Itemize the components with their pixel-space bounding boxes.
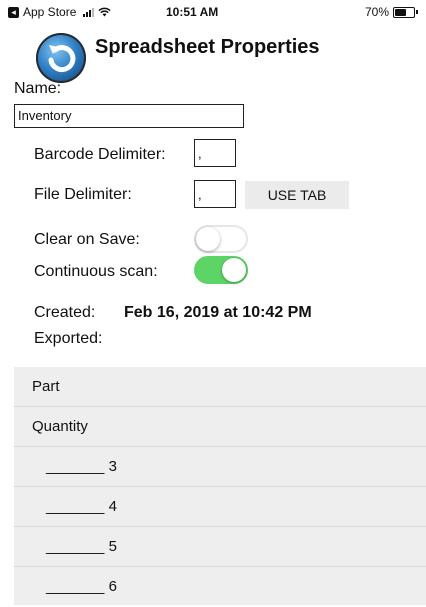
list-item-label: Quantity — [32, 418, 88, 435]
signal-icon — [83, 7, 95, 17]
name-field[interactable]: Inventory — [14, 104, 244, 128]
toggle-knob — [222, 258, 246, 282]
list-item[interactable]: Part — [14, 367, 426, 407]
created-value: Feb 16, 2019 at 10:42 PM — [124, 304, 312, 321]
status-right: 70% — [365, 5, 418, 19]
clear-on-save-toggle[interactable] — [194, 225, 248, 253]
barcode-delimiter-label: Barcode Delimiter: — [34, 146, 166, 163]
file-delimiter-label: File Delimiter: — [34, 186, 132, 203]
wifi-icon — [98, 7, 111, 17]
list-item[interactable]: Quantity — [14, 407, 426, 447]
list-item-label: _______ 6 — [46, 578, 117, 595]
back-app-label[interactable]: App Store — [23, 5, 76, 19]
list-item[interactable]: _______ 4 — [14, 487, 426, 527]
status-time: 10:51 AM — [166, 5, 219, 19]
refresh-logo-icon — [36, 33, 86, 83]
toggle-knob — [196, 227, 220, 251]
battery-percent: 70% — [364, 5, 389, 19]
battery-tip — [416, 10, 418, 14]
battery-icon — [393, 6, 415, 18]
list-item-label: _______ 4 — [46, 498, 117, 515]
clear-on-save-label: Clear on Save: — [34, 231, 140, 248]
barcode-delimiter-field[interactable]: , — [194, 139, 236, 167]
back-arrow-icon[interactable]: ◂ — [8, 6, 19, 18]
continuous-scan-toggle[interactable] — [194, 256, 248, 284]
list-item[interactable]: _______ 6 — [14, 567, 426, 607]
list-item-label: Part — [32, 378, 60, 395]
list-item-label: _______ 5 — [46, 538, 117, 555]
file-delimiter-field[interactable]: , — [194, 180, 236, 208]
list-item[interactable]: _______ 5 — [14, 527, 426, 567]
exported-label: Exported: — [34, 330, 103, 347]
status-left: ◂ App Store — [8, 5, 111, 19]
page-title: Spreadsheet Properties — [95, 36, 320, 58]
use-tab-button[interactable]: USE TAB — [245, 181, 349, 209]
name-label: Name: — [14, 80, 62, 97]
list-item-label: _______ 3 — [46, 458, 117, 475]
column-list: Part Quantity _______ 3 _______ 4 ______… — [14, 367, 426, 605]
continuous-scan-label: Continuous scan: — [34, 263, 158, 280]
status-bar: ◂ App Store 10:51 AM 70% — [0, 0, 426, 22]
list-item[interactable]: _______ 3 — [14, 447, 426, 487]
created-label: Created: — [34, 304, 96, 321]
